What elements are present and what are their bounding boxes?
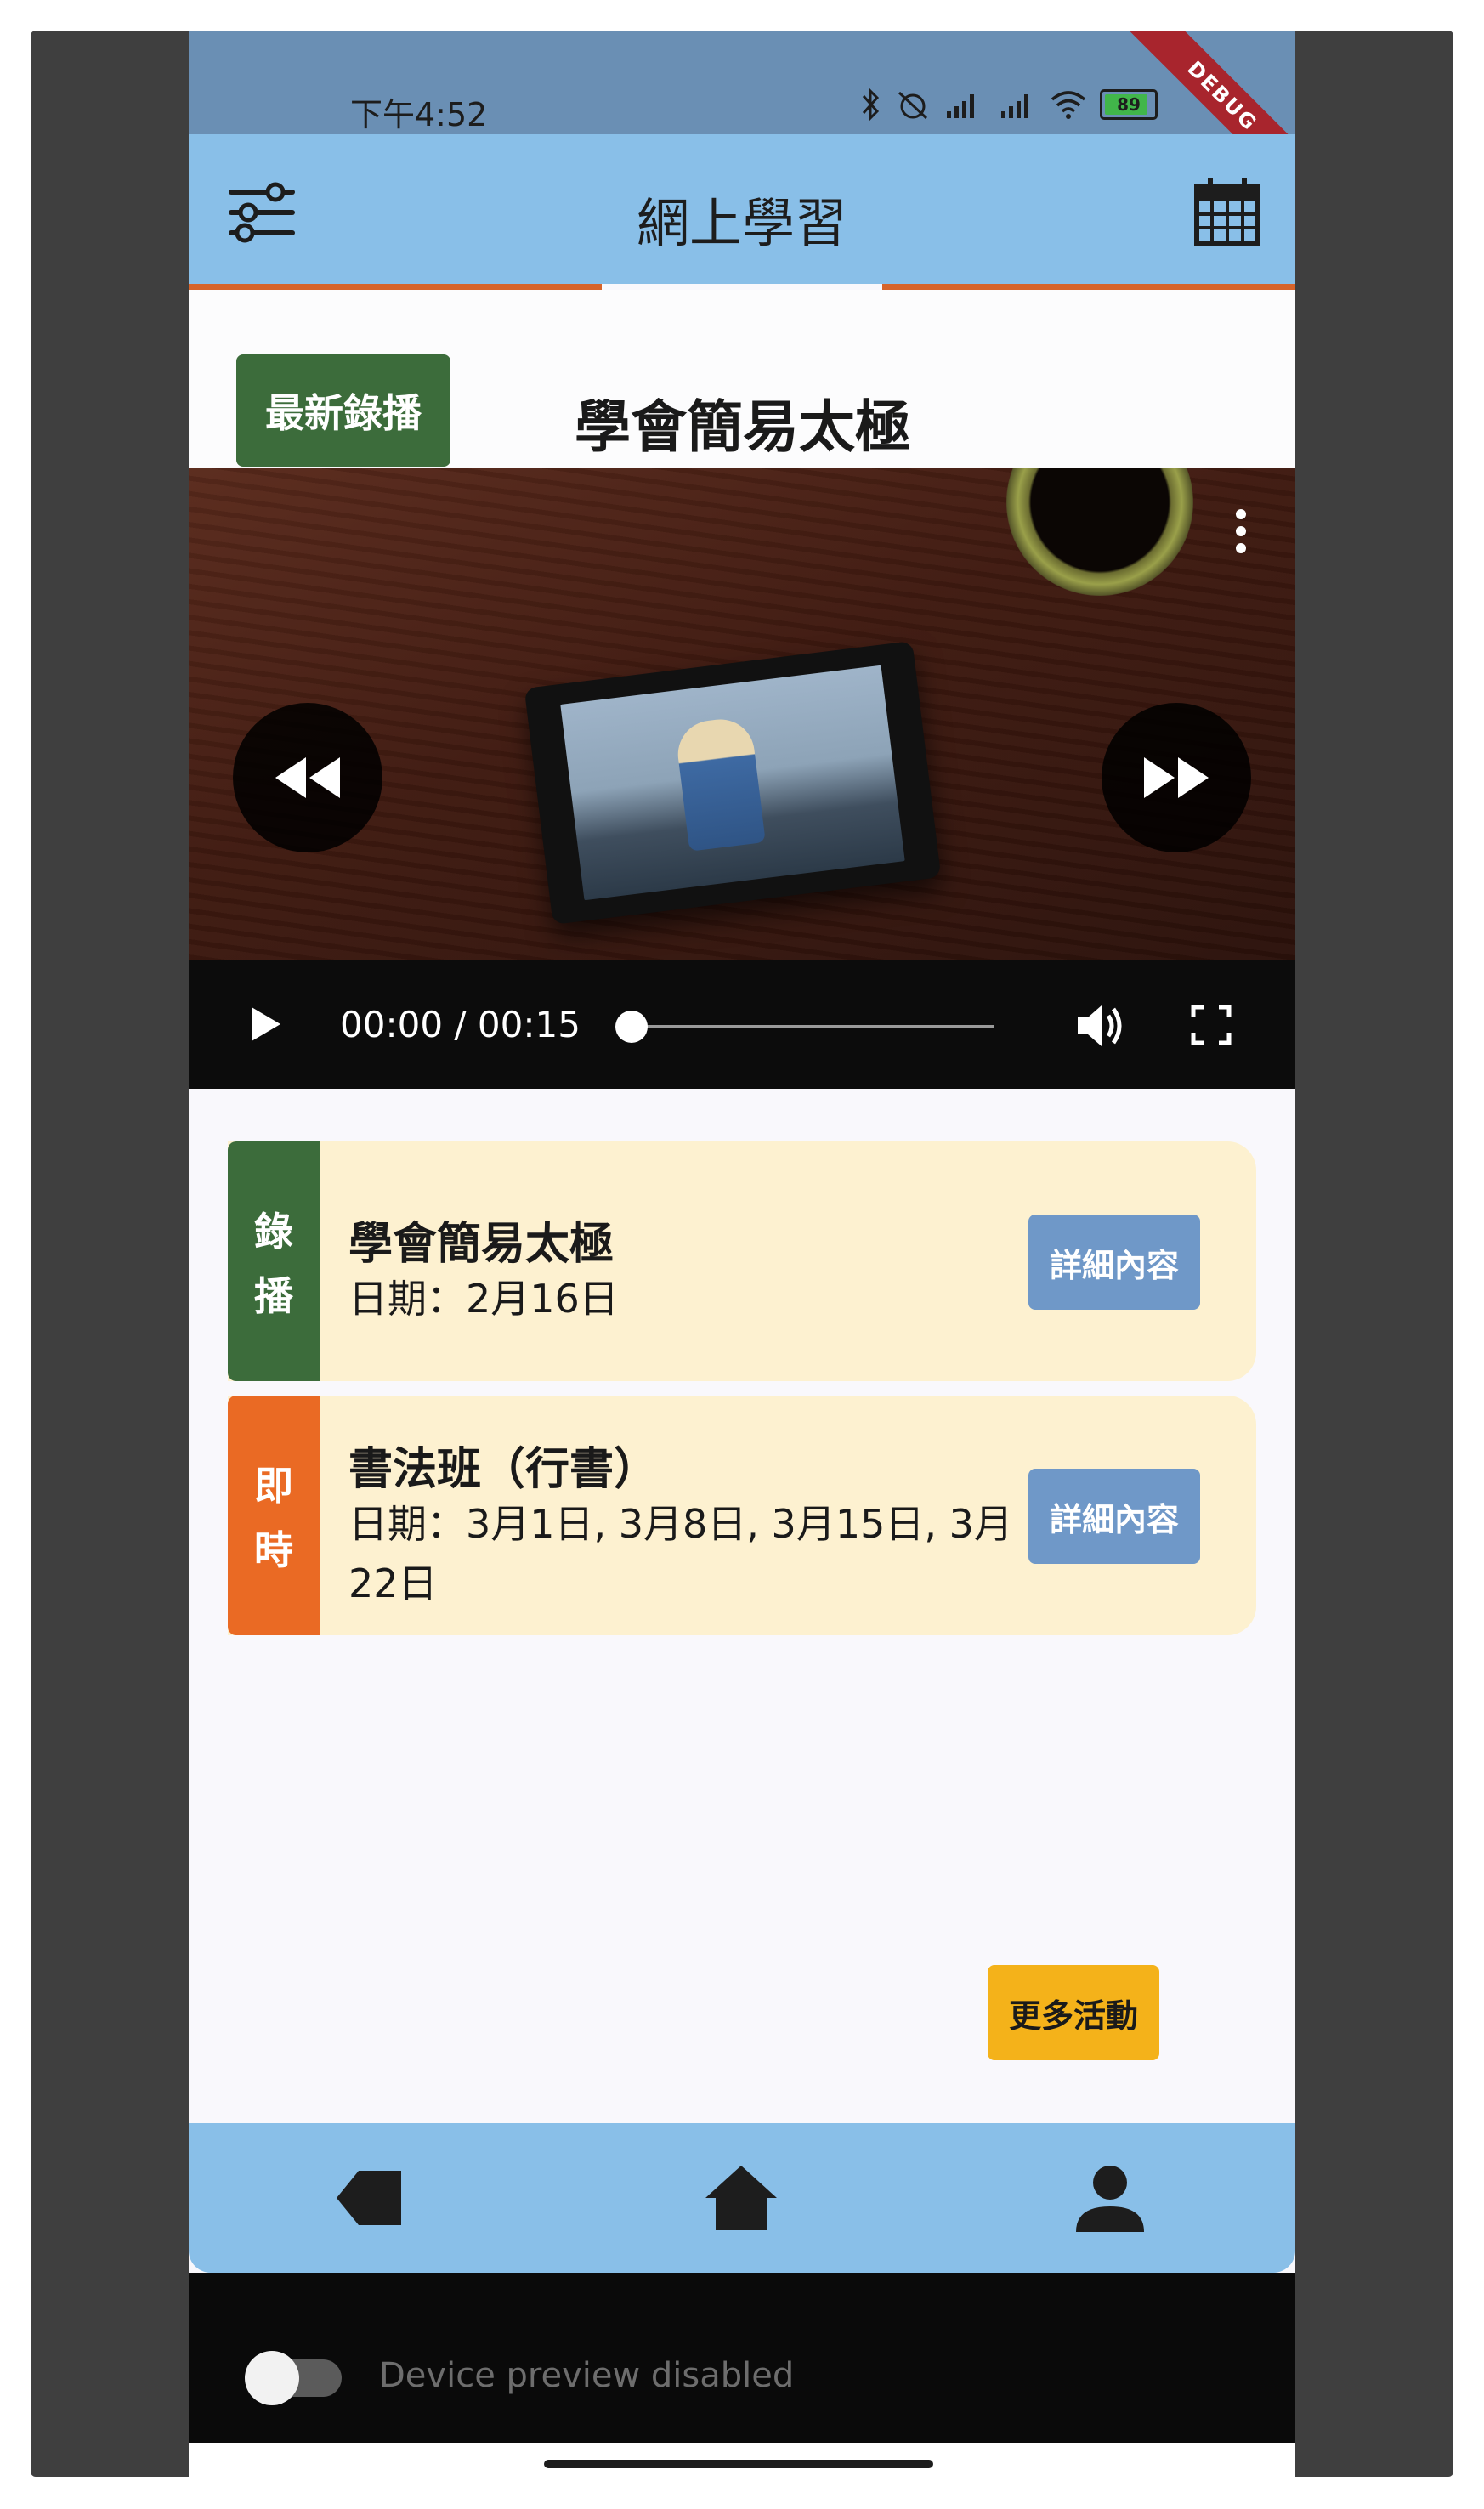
tag-char: 時 <box>254 1527 293 1573</box>
calendar-icon <box>1194 178 1260 246</box>
activity-card: 錄 播 學會簡易太極 日期：2月16日 詳細內容 <box>228 1141 1256 1381</box>
tag-char: 即 <box>254 1463 293 1509</box>
fast-forward-icon <box>1144 757 1209 798</box>
tag-char: 播 <box>254 1273 293 1319</box>
tablet-screen-image <box>560 665 905 901</box>
video-player[interactable] <box>189 468 1295 960</box>
rewind-icon <box>275 757 340 798</box>
fullscreen-icon <box>1191 1005 1232 1045</box>
battery-icon: 89 <box>1100 89 1158 120</box>
nav-home-button[interactable] <box>700 2157 782 2239</box>
activity-title: 書法班（行書） <box>348 1444 659 1495</box>
person-icon <box>1076 2166 1144 2232</box>
fullscreen-button[interactable] <box>1190 1004 1232 1046</box>
hd-signal-icon <box>1001 94 1028 118</box>
phone-screen: 下午4:52 89 DEBUG 網上學習 最新錄播 學會簡易太極 00:00 /… <box>189 31 1295 2477</box>
activity-card: 即 時 書法班（行書） 日期：3月1日, 3月8日, 3月15日, 3月22日 … <box>228 1396 1256 1635</box>
battery-level-text: 89 <box>1117 94 1141 115</box>
latest-recording-button[interactable]: 最新錄播 <box>236 354 450 467</box>
back-icon <box>337 2171 401 2225</box>
figure-image <box>674 715 766 852</box>
nav-back-button[interactable] <box>328 2157 410 2239</box>
video-progress-bar[interactable] <box>626 1025 994 1028</box>
wifi-icon <box>1051 91 1086 119</box>
home-icon <box>705 2166 777 2230</box>
video-controls: 00:00 / 00:15 <box>189 960 1295 1089</box>
activity-type-tag: 即 時 <box>228 1396 320 1635</box>
home-indicator[interactable] <box>544 2460 933 2468</box>
featured-header: 最新錄播 學會簡易太極 <box>189 290 1295 468</box>
device-preview-toggle-thumb[interactable] <box>245 2351 299 2405</box>
status-icons: 89 <box>860 83 1158 126</box>
calendar-button[interactable] <box>1192 177 1263 248</box>
activity-date: 日期：3月1日, 3月8日, 3月15日, 3月22日 <box>348 1501 1013 1606</box>
device-preview-label: Device preview disabled <box>379 2356 795 2395</box>
bluetooth-icon <box>862 88 880 122</box>
rewind-button[interactable] <box>233 703 382 852</box>
app-bar: 網上學習 <box>189 134 1295 284</box>
play-icon <box>252 1007 280 1041</box>
details-button[interactable]: 詳細內容 <box>1028 1469 1200 1564</box>
tab-indicator-right <box>882 284 1295 290</box>
status-bar: 下午4:52 89 DEBUG <box>189 31 1295 201</box>
video-time: 00:00 / 00:15 <box>340 1004 581 1045</box>
video-progress-thumb[interactable] <box>615 1011 648 1043</box>
volume-button[interactable] <box>1073 999 1127 1053</box>
page-title: 網上學習 <box>636 192 847 254</box>
activity-type-tag: 錄 播 <box>228 1141 320 1381</box>
play-button[interactable] <box>243 1002 287 1046</box>
activity-date: 日期：2月16日 <box>348 1276 619 1322</box>
video-title: 學會簡易太極 <box>575 394 911 460</box>
alarm-off-icon <box>898 91 928 120</box>
tag-char: 錄 <box>254 1209 293 1254</box>
activity-title: 學會簡易太極 <box>348 1219 615 1270</box>
fast-forward-button[interactable] <box>1102 703 1251 852</box>
status-time: 下午4:52 <box>350 96 488 133</box>
bottom-navigation <box>189 2123 1295 2273</box>
tablet-image <box>524 641 942 925</box>
volume-icon <box>1078 1005 1122 1046</box>
details-button[interactable]: 詳細內容 <box>1028 1215 1200 1310</box>
more-activities-button[interactable]: 更多活動 <box>988 1965 1159 2060</box>
signal-icon <box>947 94 974 118</box>
more-vert-icon[interactable] <box>1232 509 1249 560</box>
tab-indicator-left <box>189 284 602 290</box>
nav-profile-button[interactable] <box>1069 2157 1151 2239</box>
